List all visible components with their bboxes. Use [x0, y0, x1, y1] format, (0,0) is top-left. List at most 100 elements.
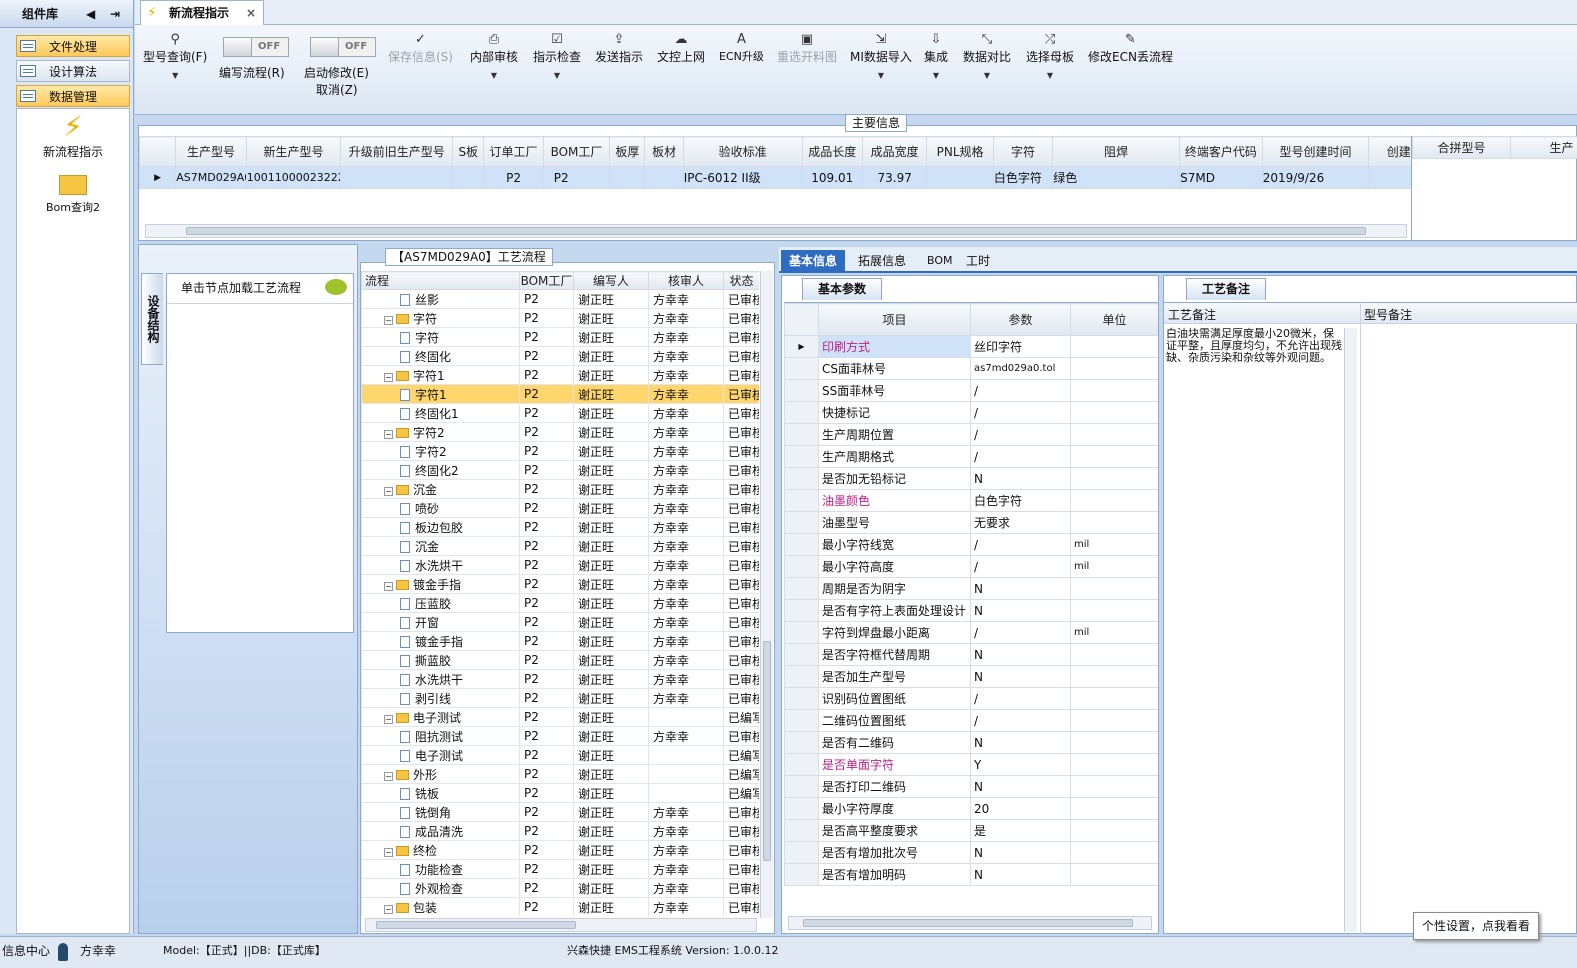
param-row[interactable]: 二维码位置图纸 /: [784, 709, 1158, 732]
process-vscroll[interactable]: [760, 271, 773, 918]
table-cell[interactable]: [644, 166, 684, 189]
collapse-left-icon[interactable]: ◀: [86, 0, 95, 28]
tree-row[interactable]: 水洗烘干 P2谢正旺方幸幸已审核: [361, 669, 759, 689]
tree-row[interactable]: 沉金 P2谢正旺方幸幸已审核: [361, 536, 759, 556]
send-instruction-button[interactable]: ⇪ 发送指示: [595, 32, 643, 65]
scroll-thumb[interactable]: [803, 919, 1133, 927]
tree-row[interactable]: 终固化1 P2谢正旺方幸幸已审核: [361, 403, 759, 423]
edit-flow-toggle[interactable]: OFF: [223, 37, 289, 57]
tree-row[interactable]: − 沉金 P2谢正旺方幸幸已审核: [361, 479, 759, 499]
tree-row[interactable]: − 电子测试 P2谢正旺 已编写: [361, 707, 759, 727]
row-selector[interactable]: [784, 379, 819, 402]
param-row[interactable]: 是否有二维码 N: [784, 731, 1158, 754]
param-value[interactable]: N: [970, 731, 1071, 754]
param-row[interactable]: 是否高平整度要求是: [784, 819, 1158, 842]
tree-row[interactable]: − 终检 P2谢正旺方幸幸已审核: [361, 840, 759, 860]
row-selector[interactable]: [784, 709, 819, 732]
data-compare-button[interactable]: ⤡ 数据对比 ▼: [963, 32, 1011, 80]
instruction-check-button[interactable]: ☑ 指示检查 ▼: [533, 32, 581, 80]
collapse-icon[interactable]: −: [384, 714, 393, 724]
pin-icon[interactable]: ⇥: [110, 0, 120, 28]
start-modify-toggle[interactable]: OFF: [310, 37, 376, 57]
col-header[interactable]: 板材: [644, 136, 684, 167]
tree-row[interactable]: 终固化2 P2谢正旺方幸幸已审核: [361, 460, 759, 480]
process-note-text[interactable]: 白油块需满足厚度最小20微米，保证平整，且厚度均匀，不允许出现残缺、杂质污染和杂…: [1166, 328, 1342, 364]
param-row[interactable]: 生产周期位置 /: [784, 423, 1158, 446]
col-header[interactable]: 单位: [1070, 303, 1158, 336]
shortcut-new-flow[interactable]: ⚡ 新流程指示: [23, 111, 123, 160]
col-header[interactable]: 成品长度: [801, 136, 863, 167]
param-value[interactable]: Y: [970, 753, 1071, 776]
row-selector[interactable]: [784, 423, 819, 446]
collapse-icon[interactable]: −: [384, 315, 393, 325]
tab-extended-info[interactable]: 拓展信息: [850, 250, 914, 272]
col-header[interactable]: 核审人: [648, 271, 724, 290]
param-value[interactable]: N: [970, 775, 1071, 798]
param-row[interactable]: ▶ 印刷方式 丝印字符: [784, 335, 1158, 358]
collapse-icon[interactable]: −: [384, 847, 393, 857]
param-value[interactable]: 20: [970, 797, 1071, 820]
collapse-icon[interactable]: −: [384, 904, 393, 914]
table-cell[interactable]: P2: [542, 166, 611, 189]
param-value[interactable]: N: [970, 467, 1071, 490]
tree-row[interactable]: − 字符1 P2谢正旺方幸幸已审核: [361, 365, 759, 385]
col-header[interactable]: 阻焊: [1052, 136, 1181, 167]
param-value[interactable]: /: [970, 401, 1071, 424]
modify-ecn-button[interactable]: ✎ 修改ECN丢流程: [1088, 32, 1173, 65]
tree-row[interactable]: − 字符 P2谢正旺方幸幸已审核: [361, 308, 759, 328]
internal-review-button[interactable]: ⎙ 内部审核 ▼: [470, 32, 518, 80]
collapse-icon[interactable]: −: [384, 771, 393, 781]
tree-row[interactable]: 丝影 P2谢正旺方幸幸已审核: [361, 289, 759, 309]
col-header[interactable]: 创建: [1368, 136, 1411, 167]
col-header[interactable]: 板厚: [609, 136, 646, 167]
tree-row[interactable]: 水洗烘干 P2谢正旺方幸幸已审核: [361, 555, 759, 575]
param-value[interactable]: /: [970, 621, 1071, 644]
param-value[interactable]: /: [970, 709, 1071, 732]
param-row[interactable]: 最小字符厚度 20: [784, 797, 1158, 820]
row-selector[interactable]: [784, 511, 819, 534]
col-header[interactable]: 新生产型号: [245, 136, 342, 167]
col-header[interactable]: 项目: [818, 303, 971, 336]
close-icon[interactable]: ×: [246, 1, 256, 25]
col-header[interactable]: BOM工厂: [542, 136, 611, 167]
param-value[interactable]: /: [970, 555, 1071, 578]
row-selector[interactable]: [784, 643, 819, 666]
select-template-button[interactable]: ⤮ 选择母板 ▼: [1026, 32, 1074, 80]
tree-row[interactable]: 字符1 P2谢正旺方幸幸已审核: [361, 384, 759, 404]
tree-row[interactable]: 功能检查 P2谢正旺方幸幸已审核: [361, 859, 759, 879]
table-cell[interactable]: [609, 166, 646, 189]
param-value[interactable]: 白色字符: [970, 489, 1071, 512]
tree-row[interactable]: 外观检查 P2谢正旺方幸幸已审核: [361, 878, 759, 898]
param-value[interactable]: N: [970, 665, 1071, 688]
param-row[interactable]: CS面菲林号 as7md029a0.tol: [784, 357, 1158, 380]
tree-row[interactable]: 喷砂 P2谢正旺方幸幸已审核: [361, 498, 759, 518]
tree-row[interactable]: − 外形 P2谢正旺 已编写: [361, 764, 759, 784]
row-selector[interactable]: [784, 599, 819, 622]
col-header[interactable]: 订单工厂: [483, 136, 544, 167]
col-header[interactable]: 流程: [361, 271, 520, 290]
param-value[interactable]: N: [970, 599, 1071, 622]
tree-row[interactable]: 电子测试 P2谢正旺 已编写: [361, 745, 759, 765]
row-selector[interactable]: [784, 753, 819, 776]
col-header[interactable]: 参数: [970, 303, 1071, 336]
param-row[interactable]: 最小字符高度 / mil: [784, 555, 1158, 578]
param-value[interactable]: 丝印字符: [970, 335, 1071, 358]
table-cell[interactable]: 绿色: [1052, 166, 1181, 189]
param-row[interactable]: 最小字符线宽 / mil: [784, 533, 1158, 556]
col-header[interactable]: PNL规格: [926, 136, 994, 167]
tree-row[interactable]: − 字符2 P2谢正旺方幸幸已审核: [361, 422, 759, 442]
param-value[interactable]: N: [970, 577, 1071, 600]
param-row[interactable]: 油墨颜色 白色字符: [784, 489, 1158, 512]
param-value[interactable]: /: [970, 687, 1071, 710]
tree-row[interactable]: 成品清洗 P2谢正旺方幸幸已审核: [361, 821, 759, 841]
doc-upload-button[interactable]: ☁ 文控上网: [657, 32, 705, 65]
table-cell[interactable]: 109.01: [801, 166, 863, 189]
col-header[interactable]: 编写人: [573, 271, 649, 290]
param-value[interactable]: 是: [970, 819, 1071, 842]
tree-row[interactable]: 压蓝胶 P2谢正旺方幸幸已审核: [361, 593, 759, 613]
param-row[interactable]: 字符到焊盘最小距离 / mil: [784, 621, 1158, 644]
integrate-button[interactable]: ⇩ 集成 ▼: [924, 32, 948, 80]
tab-process-notes[interactable]: 工艺备注: [1186, 278, 1266, 300]
col-header[interactable]: 状态: [723, 271, 759, 290]
table-cell[interactable]: S7MD: [1179, 166, 1263, 189]
